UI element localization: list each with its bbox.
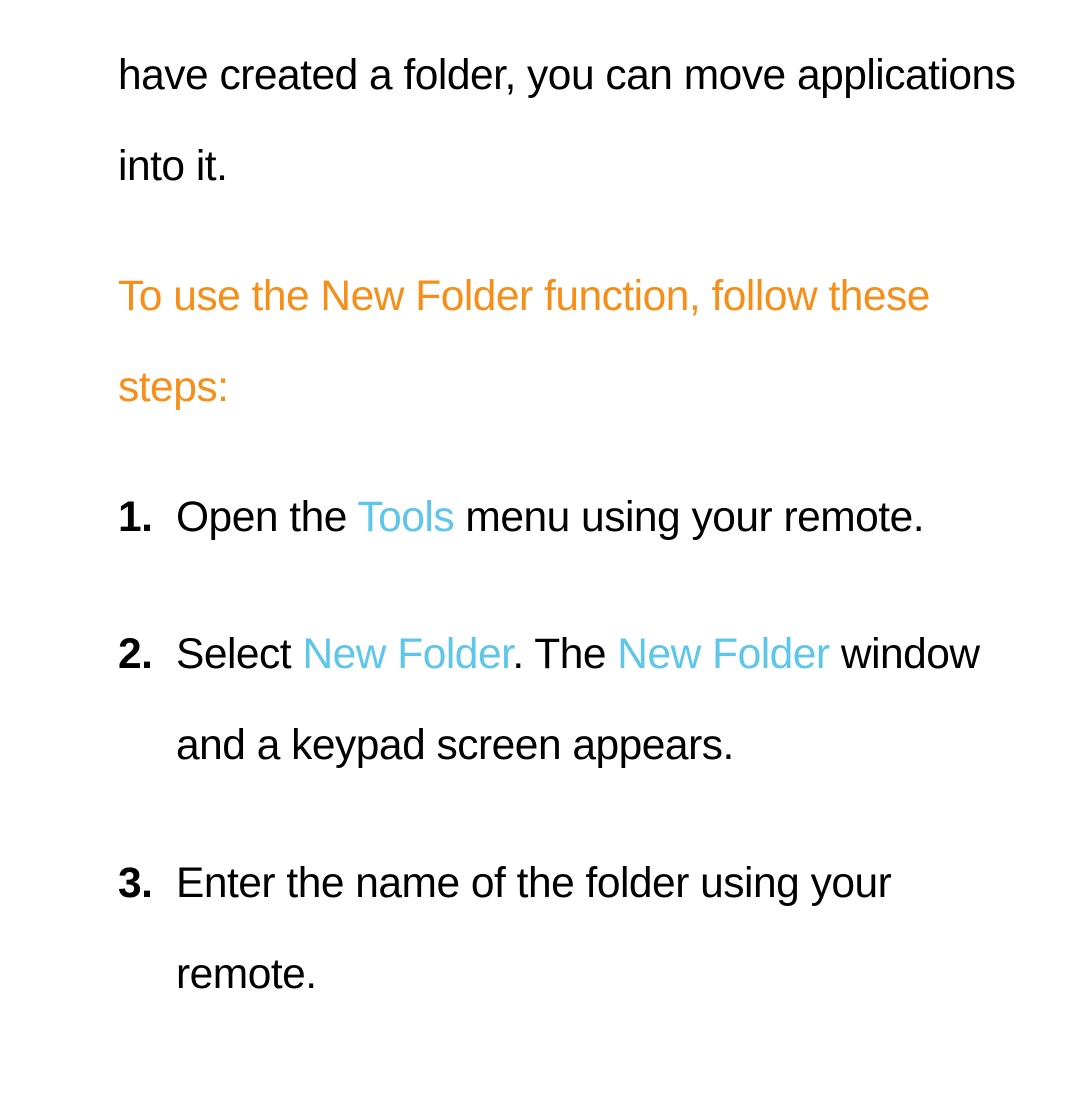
step-text-fragment: Open the: [176, 494, 357, 541]
highlighted-term: New Folder: [302, 631, 512, 678]
step-number: 2.: [118, 609, 170, 700]
step-text: Enter the name of the folder using your …: [176, 860, 891, 998]
step-number: 1.: [118, 472, 170, 563]
step-item: 2.Select New Folder. The New Folder wind…: [118, 609, 1030, 792]
step-item: 3.Enter the name of the folder using you…: [118, 838, 1030, 1021]
steps-list: 1.Open the Tools menu using your remote.…: [118, 472, 1030, 1021]
highlighted-term: New Folder: [617, 631, 829, 678]
highlighted-term: Tools: [357, 494, 454, 541]
step-text-fragment: Enter the name of the folder using your …: [176, 860, 891, 998]
step-text: Open the Tools menu using your remote.: [176, 494, 924, 541]
step-text-fragment: . The: [512, 631, 617, 678]
step-item: 1.Open the Tools menu using your remote.: [118, 472, 1030, 563]
section-heading: To use the New Folder function, follow t…: [118, 251, 1030, 434]
step-text-fragment: Select: [176, 631, 302, 678]
step-number: 3.: [118, 838, 170, 929]
step-text-fragment: menu using your remote.: [454, 494, 924, 541]
step-text: Select New Folder. The New Folder window…: [176, 631, 980, 769]
intro-text: have created a folder, you can move appl…: [118, 30, 1030, 213]
